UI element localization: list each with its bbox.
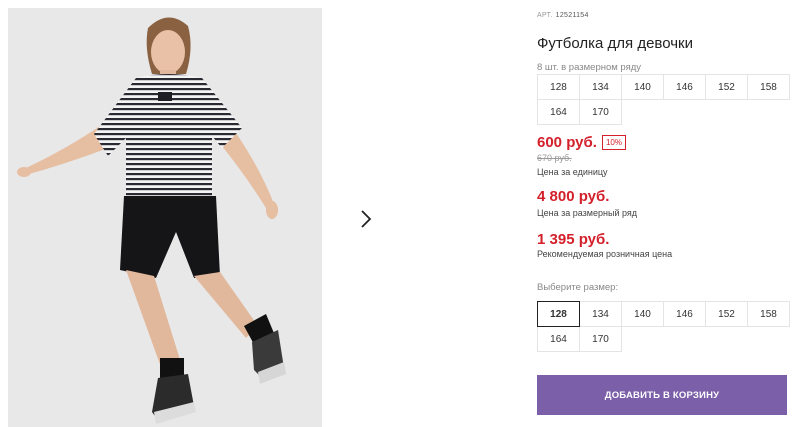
pack-size-grid: 128 134 140 146 152 158 164 170 bbox=[537, 74, 790, 125]
old-price: 670 руб. bbox=[537, 153, 572, 163]
choose-size-label: Выберите размер: bbox=[537, 282, 619, 293]
article-number: АРТ. 12521154 bbox=[537, 12, 589, 19]
size-option-158[interactable]: 158 bbox=[747, 301, 790, 327]
retail-price-caption: Рекомендуемая розничная цена bbox=[537, 249, 673, 259]
size-option-134[interactable]: 134 bbox=[579, 301, 622, 327]
size-option-164[interactable]: 164 bbox=[537, 326, 580, 352]
size-selector: 128 134 140 146 152 158 164 170 bbox=[537, 301, 790, 352]
model-illustration bbox=[8, 8, 322, 427]
unit-price: 600 руб. bbox=[537, 134, 597, 151]
pack-note: 8 шт. в размерном ряду bbox=[537, 62, 642, 73]
product-gallery bbox=[0, 0, 510, 427]
pack-size-cell: 152 bbox=[705, 74, 748, 100]
pack-size-cell: 146 bbox=[663, 74, 706, 100]
pack-size-cell: 170 bbox=[579, 99, 622, 125]
price-row: 600 руб. 10% bbox=[537, 134, 626, 151]
retail-price: 1 395 руб. bbox=[537, 231, 610, 248]
product-photo bbox=[8, 8, 322, 427]
size-option-152[interactable]: 152 bbox=[705, 301, 748, 327]
pack-size-cell: 128 bbox=[537, 74, 580, 100]
chevron-right-icon bbox=[360, 209, 371, 228]
pack-size-cell: 164 bbox=[537, 99, 580, 125]
discount-badge: 10% bbox=[601, 135, 626, 150]
next-image-button[interactable] bbox=[346, 199, 385, 238]
product-title: Футболка для девочки bbox=[537, 35, 693, 52]
size-option-128[interactable]: 128 bbox=[537, 301, 580, 327]
pack-size-cell: 140 bbox=[621, 74, 664, 100]
product-info: АРТ. 12521154 Футболка для девочки 8 шт. … bbox=[537, 0, 800, 427]
add-to-cart-button[interactable]: ДОБАВИТЬ В КОРЗИНУ bbox=[537, 375, 787, 415]
unit-price-caption: Цена за единицу bbox=[537, 167, 608, 177]
article-label: АРТ. bbox=[537, 12, 553, 19]
size-option-146[interactable]: 146 bbox=[663, 301, 706, 327]
row-price: 4 800 руб. bbox=[537, 188, 610, 205]
pack-size-cell: 134 bbox=[579, 74, 622, 100]
article-value: 12521154 bbox=[555, 12, 589, 19]
pack-size-cell: 158 bbox=[747, 74, 790, 100]
size-option-140[interactable]: 140 bbox=[621, 301, 664, 327]
size-option-170[interactable]: 170 bbox=[579, 326, 622, 352]
row-price-caption: Цена за размерный ряд bbox=[537, 208, 638, 218]
